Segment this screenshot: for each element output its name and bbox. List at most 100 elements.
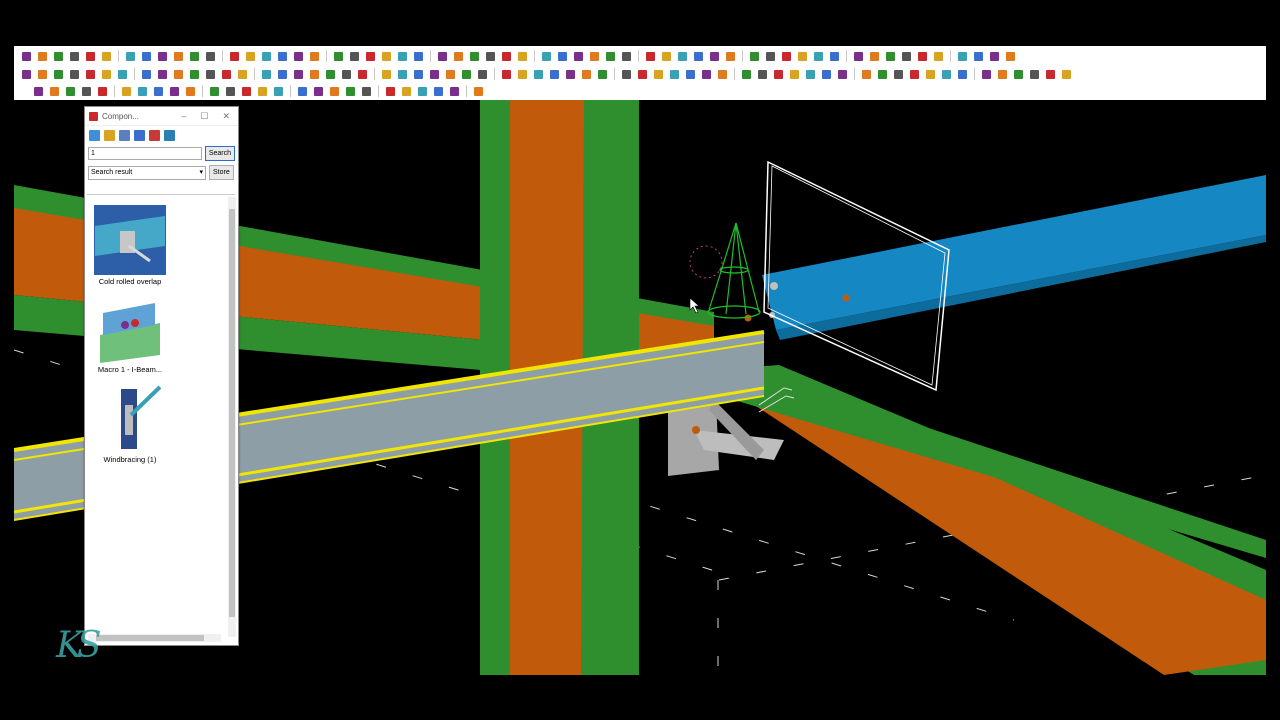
toolbar-tool-icon[interactable] bbox=[152, 85, 165, 98]
toolbar-tool-icon[interactable] bbox=[972, 50, 985, 63]
toolbar-tool-icon[interactable] bbox=[1004, 50, 1017, 63]
toolbar-tool-icon[interactable] bbox=[444, 68, 457, 81]
close-icon[interactable]: ✕ bbox=[222, 111, 230, 122]
toolbar-tool-icon[interactable] bbox=[396, 68, 409, 81]
toolbar-tool-icon[interactable] bbox=[756, 68, 769, 81]
toolbar-tool-icon[interactable] bbox=[788, 68, 801, 81]
toolbar-tool-icon[interactable] bbox=[412, 68, 425, 81]
toolbar-tool-icon[interactable] bbox=[412, 50, 425, 63]
toolbar-tool-icon[interactable] bbox=[52, 68, 65, 81]
toolbar-tool-icon[interactable] bbox=[836, 68, 849, 81]
toolbar-tool-icon[interactable] bbox=[100, 68, 113, 81]
toolbar-tool-icon[interactable] bbox=[380, 68, 393, 81]
toolbar-tool-icon[interactable] bbox=[100, 50, 113, 63]
toolbar-tool-icon[interactable] bbox=[708, 50, 721, 63]
toolbar-tool-icon[interactable] bbox=[980, 68, 993, 81]
maximize-icon[interactable]: ☐ bbox=[200, 111, 208, 122]
toolbar-tool-icon[interactable] bbox=[596, 68, 609, 81]
toolbar-tool-icon[interactable] bbox=[556, 50, 569, 63]
toolbar-tool-icon[interactable] bbox=[940, 68, 953, 81]
list-item[interactable]: Windbracing (1) bbox=[90, 385, 170, 464]
search-mode-icon[interactable] bbox=[89, 129, 100, 141]
toolbar-tool-icon[interactable] bbox=[724, 50, 737, 63]
toolbar-tool-icon[interactable] bbox=[652, 68, 665, 81]
toolbar-tool-icon[interactable] bbox=[620, 50, 633, 63]
toolbar-tool-icon[interactable] bbox=[236, 68, 249, 81]
toolbar-tool-icon[interactable] bbox=[684, 68, 697, 81]
toolbar-tool-icon[interactable] bbox=[988, 50, 1001, 63]
toolbar-tool-icon[interactable] bbox=[204, 50, 217, 63]
toolbar-tool-icon[interactable] bbox=[472, 85, 485, 98]
toolbar-tool-icon[interactable] bbox=[184, 85, 197, 98]
toolbar-tool-icon[interactable] bbox=[140, 68, 153, 81]
toolbar-tool-icon[interactable] bbox=[1012, 68, 1025, 81]
toolbar-tool-icon[interactable] bbox=[796, 50, 809, 63]
toolbar-tool-icon[interactable] bbox=[220, 68, 233, 81]
toolbar-tool-icon[interactable] bbox=[676, 50, 689, 63]
toolbar-tool-icon[interactable] bbox=[360, 85, 373, 98]
toolbar-tool-icon[interactable] bbox=[292, 68, 305, 81]
toolbar-tool-icon[interactable] bbox=[692, 50, 705, 63]
toolbar-tool-icon[interactable] bbox=[292, 50, 305, 63]
toolbar-tool-icon[interactable] bbox=[580, 68, 593, 81]
toolbar-tool-icon[interactable] bbox=[548, 68, 561, 81]
list-view-icon[interactable] bbox=[119, 129, 130, 141]
toolbar-tool-icon[interactable] bbox=[876, 68, 889, 81]
toolbar-tool-icon[interactable] bbox=[116, 68, 129, 81]
toolbar-tool-icon[interactable] bbox=[500, 68, 513, 81]
toolbar-tool-icon[interactable] bbox=[308, 68, 321, 81]
toolbar-tool-icon[interactable] bbox=[532, 68, 545, 81]
toolbar-tool-icon[interactable] bbox=[188, 50, 201, 63]
toolbar-tool-icon[interactable] bbox=[296, 85, 309, 98]
toolbar-tool-icon[interactable] bbox=[324, 68, 337, 81]
store-button[interactable]: Store bbox=[209, 165, 234, 180]
toolbar-tool-icon[interactable] bbox=[636, 68, 649, 81]
toolbar-tool-icon[interactable] bbox=[168, 85, 181, 98]
toolbar-tool-icon[interactable] bbox=[460, 68, 473, 81]
toolbar-tool-icon[interactable] bbox=[716, 68, 729, 81]
toolbar-tool-icon[interactable] bbox=[52, 50, 65, 63]
toolbar-tool-icon[interactable] bbox=[468, 50, 481, 63]
components-catalog-panel[interactable]: Compon... – ☐ ✕ 1 Search Search result ▾… bbox=[84, 106, 239, 646]
thumbnail-view-icon[interactable] bbox=[134, 129, 145, 141]
toolbar-tool-icon[interactable] bbox=[956, 68, 969, 81]
toolbar-tool-icon[interactable] bbox=[604, 50, 617, 63]
toolbar-tool-icon[interactable] bbox=[452, 50, 465, 63]
toolbar-tool-icon[interactable] bbox=[932, 50, 945, 63]
toolbar-tool-icon[interactable] bbox=[516, 50, 529, 63]
toolbar-tool-icon[interactable] bbox=[124, 50, 137, 63]
catalog-filter-select[interactable]: Search result ▾ bbox=[88, 165, 206, 180]
list-item[interactable]: Macro 1 - I-Beam... bbox=[90, 295, 170, 374]
toolbar-tool-icon[interactable] bbox=[400, 85, 413, 98]
toolbar-tool-icon[interactable] bbox=[36, 50, 49, 63]
toolbar-tool-icon[interactable] bbox=[908, 68, 921, 81]
toolbar-tool-icon[interactable] bbox=[500, 50, 513, 63]
toolbar-tool-icon[interactable] bbox=[900, 50, 913, 63]
toolbar-tool-icon[interactable] bbox=[660, 50, 673, 63]
toolbar-tool-icon[interactable] bbox=[572, 50, 585, 63]
toolbar-tool-icon[interactable] bbox=[700, 68, 713, 81]
toolbar-tool-icon[interactable] bbox=[36, 68, 49, 81]
toolbar-tool-icon[interactable] bbox=[84, 68, 97, 81]
toolbar-tool-icon[interactable] bbox=[260, 68, 273, 81]
toolbar-tool-icon[interactable] bbox=[84, 50, 97, 63]
toolbar-tool-icon[interactable] bbox=[428, 68, 441, 81]
toolbar-tool-icon[interactable] bbox=[588, 50, 601, 63]
toolbar-tool-icon[interactable] bbox=[448, 85, 461, 98]
toolbar-tool-icon[interactable] bbox=[20, 50, 33, 63]
toolbar-tool-icon[interactable] bbox=[644, 50, 657, 63]
toolbar-tool-icon[interactable] bbox=[820, 68, 833, 81]
toolbar-tool-icon[interactable] bbox=[240, 85, 253, 98]
toolbar-tool-icon[interactable] bbox=[348, 50, 361, 63]
toolbar-tool-icon[interactable] bbox=[892, 68, 905, 81]
toolbar-tool-icon[interactable] bbox=[244, 50, 257, 63]
list-item[interactable]: Cold rolled overlap bbox=[90, 205, 170, 286]
search-button[interactable]: Search bbox=[204, 146, 235, 161]
toolbar-tool-icon[interactable] bbox=[516, 68, 529, 81]
toolbar-tool-icon[interactable] bbox=[172, 68, 185, 81]
toolbar-tool-icon[interactable] bbox=[668, 68, 681, 81]
toolbar-tool-icon[interactable] bbox=[620, 68, 633, 81]
toolbar-tool-icon[interactable] bbox=[64, 85, 77, 98]
folder-icon[interactable] bbox=[104, 129, 115, 141]
toolbar-tool-icon[interactable] bbox=[332, 50, 345, 63]
